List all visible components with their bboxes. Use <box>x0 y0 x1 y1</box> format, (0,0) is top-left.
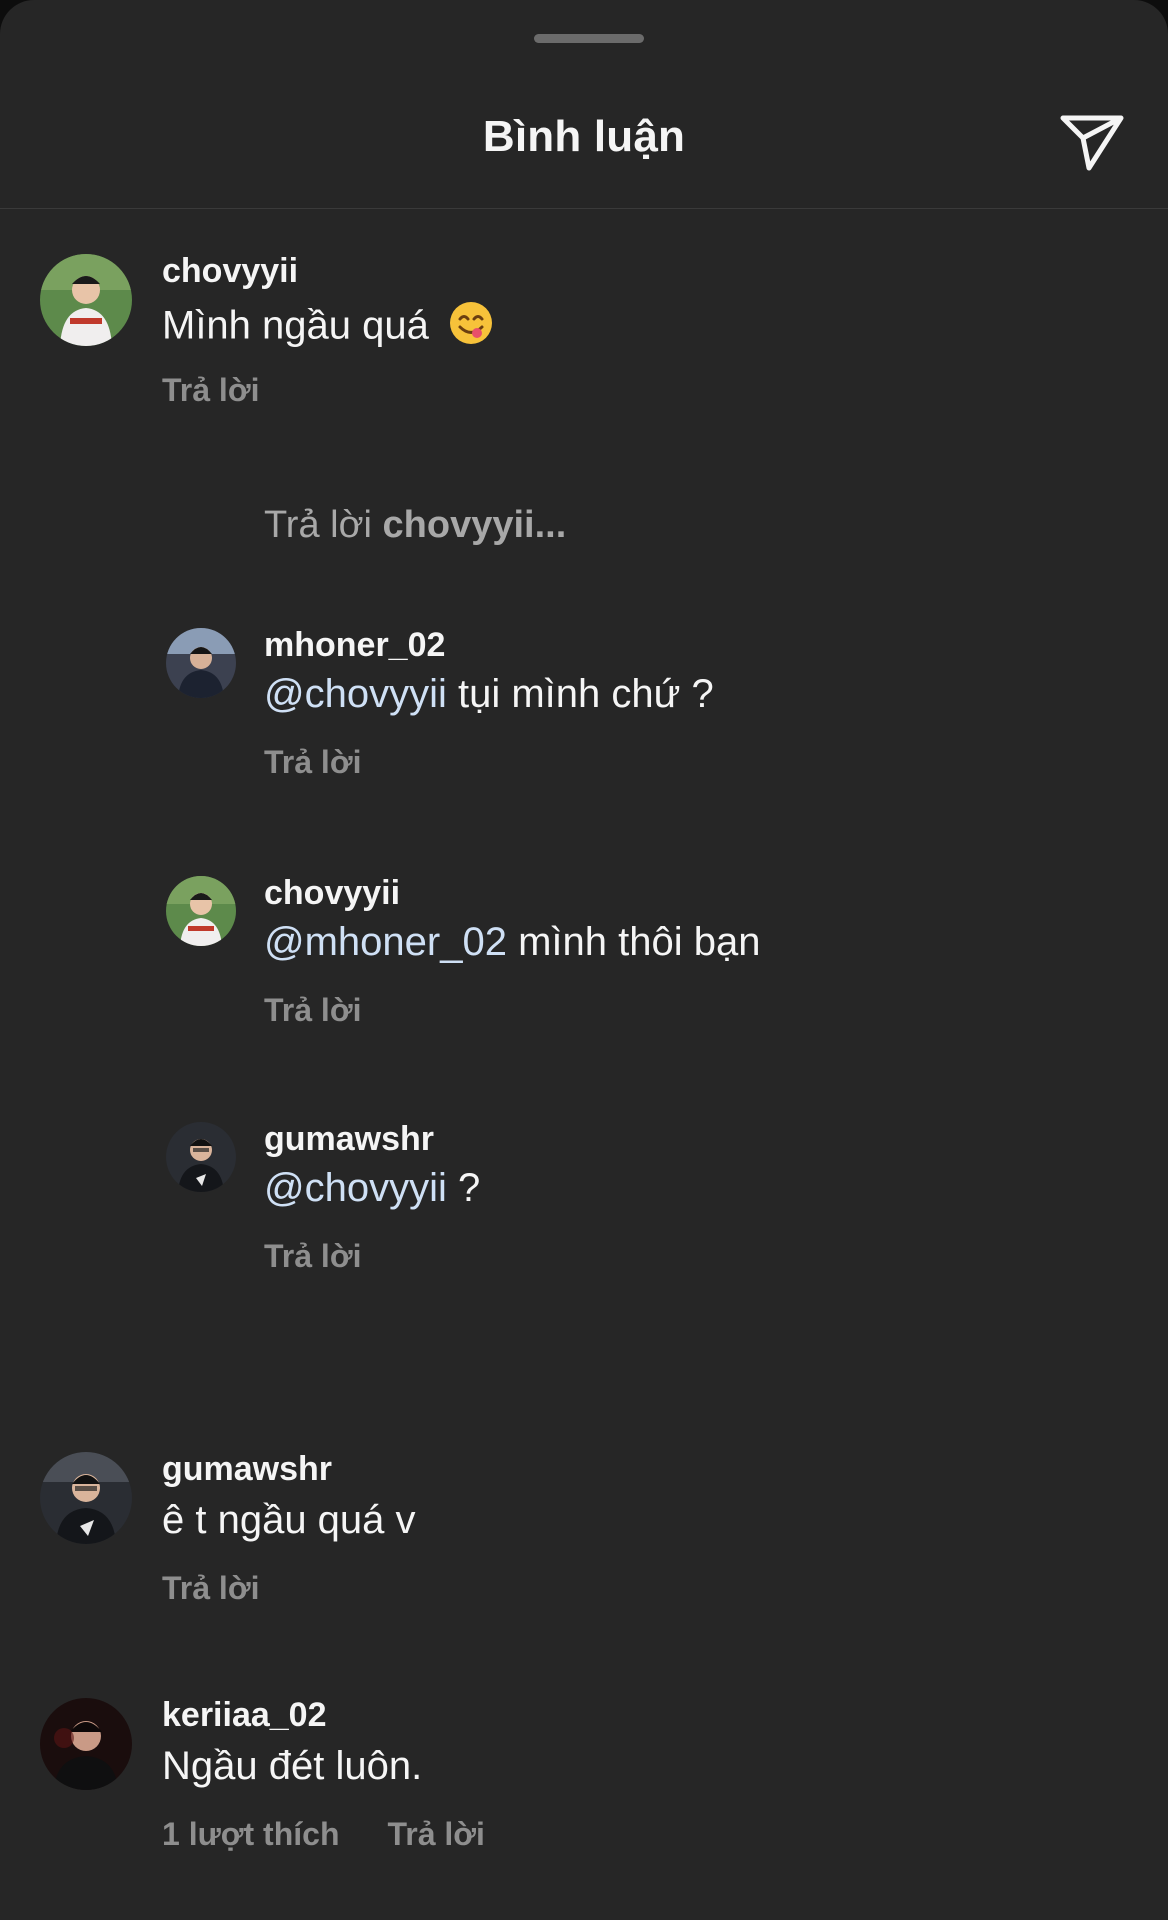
avatar[interactable] <box>40 254 132 346</box>
comments-sheet: Bình luận chovyyii Mình ngầu quá Trả lời… <box>0 0 1168 1920</box>
reply-button[interactable]: Trả lời <box>162 372 259 408</box>
comment-actions: Trả lời <box>162 1570 307 1607</box>
comment-body: ê t ngầu quá v <box>162 1498 416 1542</box>
comment-text: @mhoner_02 mình thôi bạn <box>264 920 760 965</box>
avatar[interactable] <box>166 1122 236 1192</box>
reply-button[interactable]: Trả lời <box>387 1816 484 1852</box>
reply-target: chovyyii... <box>382 504 567 546</box>
likes-count[interactable]: 1 lượt thích <box>162 1816 339 1852</box>
share-button[interactable] <box>1056 106 1128 178</box>
comment-body: tụi mình chứ ? <box>446 672 714 716</box>
avatar[interactable] <box>40 1452 132 1544</box>
comment-actions: Trả lời <box>264 992 409 1029</box>
comment-body: Mình ngầu quá <box>162 303 429 348</box>
comment-actions: Trả lời <box>264 744 409 781</box>
mention-link[interactable]: @mhoner_02 <box>264 920 507 964</box>
username[interactable]: keriiaa_02 <box>162 1696 327 1735</box>
mention-link[interactable]: @chovyyii <box>264 1166 447 1210</box>
comment-actions: Trả lời <box>264 1238 409 1275</box>
reply-button[interactable]: Trả lời <box>264 744 361 780</box>
avatar[interactable] <box>166 628 236 698</box>
username[interactable]: gumawshr <box>162 1450 332 1489</box>
send-icon <box>1060 115 1124 171</box>
comment-body: mình thôi bạn <box>506 920 761 964</box>
comment-actions: Trả lời <box>162 372 307 409</box>
avatar[interactable] <box>40 1698 132 1790</box>
comment-text: ê t ngầu quá v <box>162 1498 416 1543</box>
reply-button[interactable]: Trả lời <box>264 1238 361 1274</box>
username[interactable]: gumawshr <box>264 1120 434 1159</box>
username[interactable]: mhoner_02 <box>264 626 445 665</box>
savoring-face-emoji <box>448 300 494 356</box>
username[interactable]: chovyyii <box>264 874 400 913</box>
comment-body: ? <box>446 1166 481 1210</box>
username[interactable]: chovyyii <box>162 252 298 291</box>
avatar[interactable] <box>166 876 236 946</box>
reply-button[interactable]: Trả lời <box>162 1570 259 1606</box>
mention-link[interactable]: @chovyyii <box>264 672 447 716</box>
comment-text: @chovyyii tụi mình chứ ? <box>264 672 714 717</box>
comment-actions: 1 lượt thích Trả lời <box>162 1816 533 1853</box>
comment-text: Ngầu đét luôn. <box>162 1744 422 1789</box>
page-title: Bình luận <box>482 112 686 161</box>
header: Bình luận <box>0 0 1168 209</box>
comment-text: Mình ngầu quá <box>162 300 494 356</box>
reply-to-input[interactable]: Trả lời chovyyii... <box>264 504 566 547</box>
reply-prefix: Trả lời <box>264 504 372 546</box>
comment-body: Ngầu đét luôn. <box>162 1744 423 1788</box>
comment-text: @chovyyii ? <box>264 1166 480 1211</box>
reply-button[interactable]: Trả lời <box>264 992 361 1028</box>
